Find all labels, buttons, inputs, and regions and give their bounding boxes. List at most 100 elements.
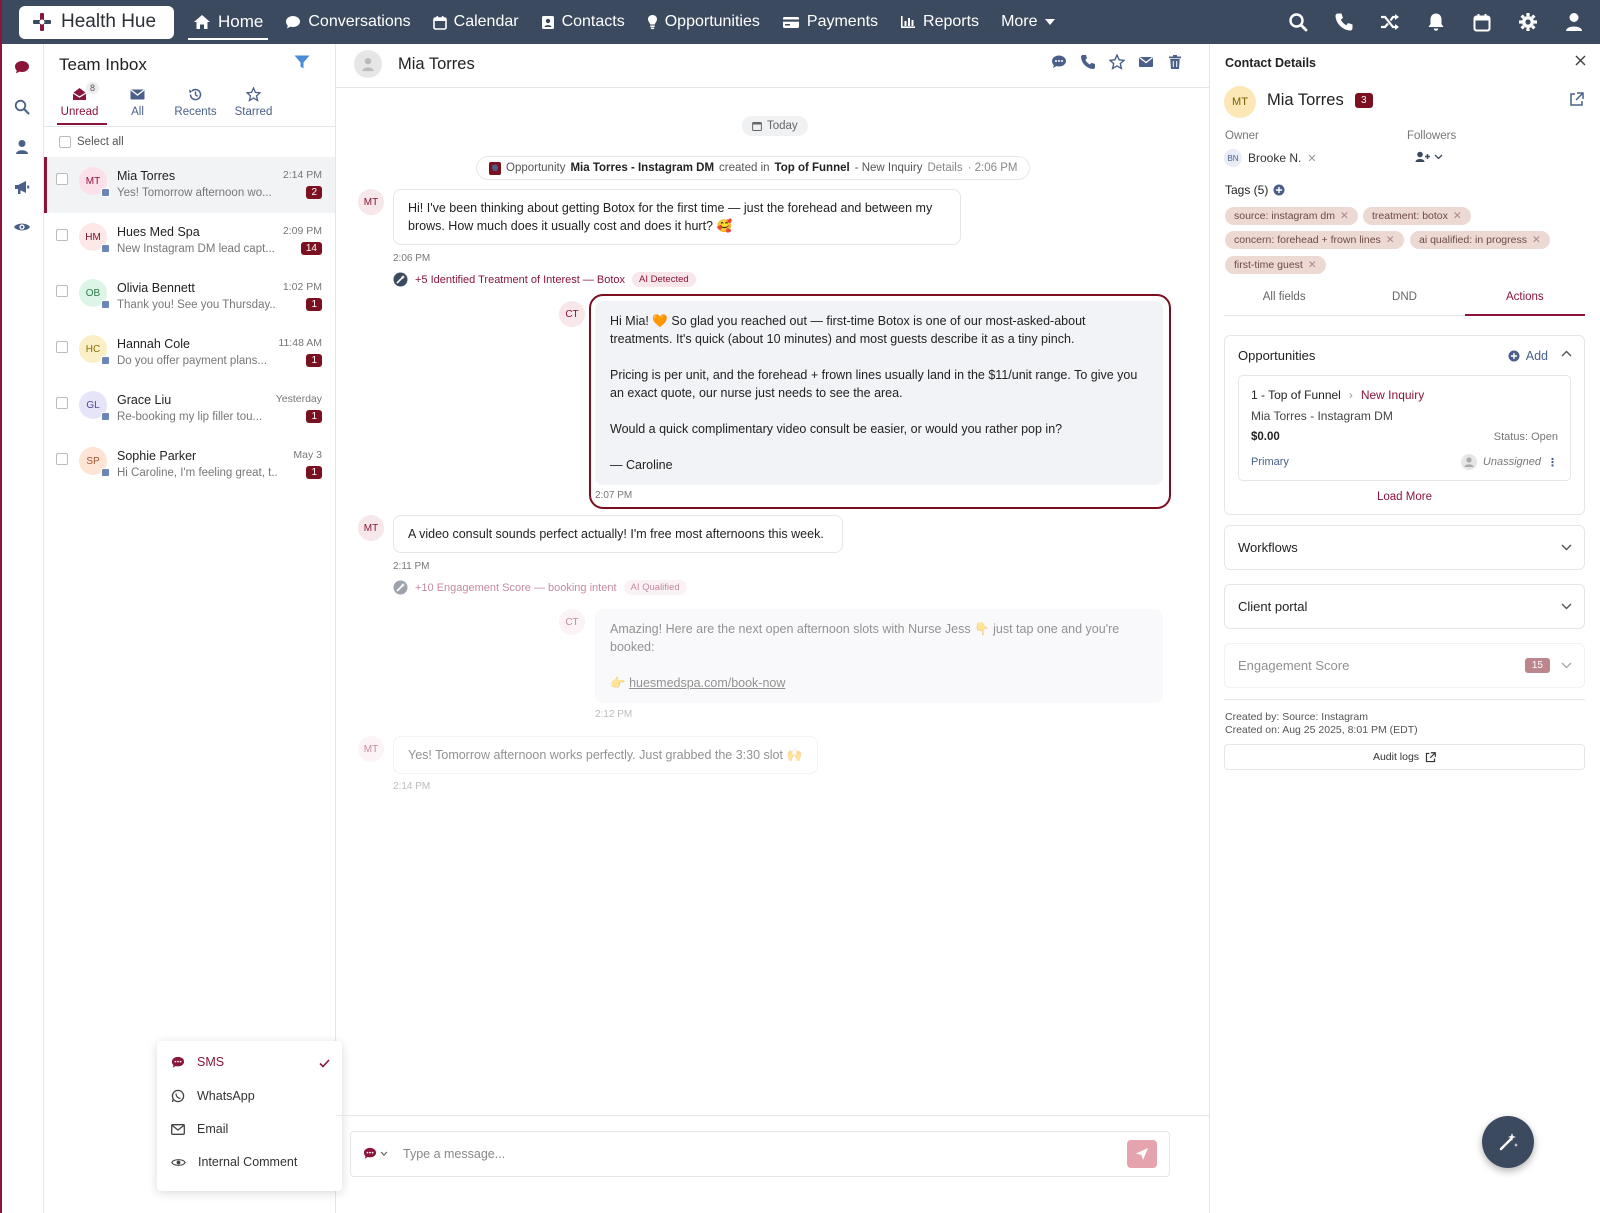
event-details-link[interactable]: Details bbox=[927, 162, 962, 174]
avatar-initials: OB bbox=[85, 287, 101, 299]
star-icon[interactable] bbox=[1109, 54, 1125, 70]
list-item[interactable]: MT Mia Torres Yes! Tomorrow afternoon wo..… bbox=[44, 157, 335, 213]
audit-logs-button[interactable]: Audit logs bbox=[1224, 744, 1585, 770]
list-item[interactable]: OB Olivia Bennett Thank you! See you Thurs… bbox=[44, 269, 335, 325]
row-checkbox[interactable] bbox=[56, 285, 68, 297]
list-item[interactable]: SP Sophie Parker Hi Caroline, I'm feeling … bbox=[44, 437, 335, 493]
send-button[interactable] bbox=[1127, 1140, 1157, 1168]
global-search-button[interactable] bbox=[1286, 10, 1310, 34]
app-logo[interactable]: Health Hue bbox=[19, 5, 174, 39]
conversation-snippet: New Instagram DM lead capt... bbox=[117, 243, 275, 255]
list-item[interactable]: GL Grace Liu Re-booking my lip filler tou.… bbox=[44, 381, 335, 437]
audit-logs-label: Audit logs bbox=[1372, 751, 1420, 763]
channel-option-sms[interactable]: SMS bbox=[171, 1055, 224, 1069]
select-all-row[interactable]: Select all bbox=[59, 136, 124, 148]
notifications-button[interactable] bbox=[1424, 10, 1448, 34]
calendar-shortcut-button[interactable] bbox=[1470, 10, 1494, 34]
owner-chip[interactable]: BN Brooke N. ✕ bbox=[1224, 149, 1317, 167]
channel-badge-icon bbox=[101, 468, 110, 477]
remove-tag-icon[interactable]: ✕ bbox=[1308, 259, 1317, 271]
opportunity-assignee[interactable]: Unassigned ⋮ bbox=[1460, 454, 1558, 470]
add-follower-button[interactable] bbox=[1415, 151, 1443, 163]
history-icon bbox=[189, 88, 202, 100]
nav-contacts[interactable]: Contacts bbox=[530, 0, 636, 44]
row-checkbox[interactable] bbox=[56, 397, 68, 409]
message-line: Pricing is per unit, and the forehead + … bbox=[610, 368, 1138, 382]
chevron-up-icon[interactable] bbox=[1561, 350, 1572, 357]
filter-button[interactable] bbox=[294, 55, 310, 69]
add-icon bbox=[1508, 350, 1520, 362]
nav-reports[interactable]: Reports bbox=[889, 0, 990, 44]
ai-assistant-button[interactable] bbox=[1482, 1116, 1534, 1168]
select-all-checkbox[interactable] bbox=[59, 136, 71, 148]
workflows-card[interactable]: Workflows bbox=[1224, 525, 1585, 570]
rail-search[interactable] bbox=[11, 96, 33, 118]
tab-recents[interactable]: Recents bbox=[168, 82, 223, 124]
remove-owner-icon[interactable]: ✕ bbox=[1307, 152, 1316, 165]
rail-watch[interactable] bbox=[11, 216, 33, 238]
add-tag-icon[interactable] bbox=[1273, 184, 1285, 196]
conversation-time: May 3 bbox=[293, 449, 322, 461]
add-opportunity-button[interactable]: Add bbox=[1508, 349, 1548, 363]
message-time: 2:11 PM bbox=[393, 561, 430, 572]
remove-tag-icon[interactable]: ✕ bbox=[1340, 210, 1349, 222]
nav-opportunities[interactable]: Opportunities bbox=[636, 0, 771, 44]
contact-avatar[interactable] bbox=[354, 50, 382, 78]
nav-payments[interactable]: Payments bbox=[771, 0, 889, 44]
tab-unread[interactable]: 8 Unread bbox=[52, 82, 107, 125]
nav-conversations[interactable]: Conversations bbox=[274, 0, 421, 44]
channel-selector-button[interactable] bbox=[363, 1147, 388, 1160]
date-separator: Today bbox=[742, 116, 808, 136]
tab-actions[interactable]: Actions bbox=[1464, 284, 1586, 316]
user-icon bbox=[362, 57, 374, 71]
channel-option-internal-comment[interactable]: Internal Comment bbox=[171, 1155, 297, 1169]
opportunity-item[interactable]: 1 - Top of Funnel › New Inquiry Mia Torr… bbox=[1238, 375, 1571, 481]
rail-contacts[interactable] bbox=[11, 136, 33, 158]
nav-more[interactable]: More bbox=[990, 0, 1065, 44]
tab-dnd[interactable]: DND bbox=[1344, 284, 1464, 315]
shuffle-button[interactable] bbox=[1378, 10, 1402, 34]
trash-icon[interactable] bbox=[1167, 54, 1183, 70]
more-options-icon[interactable]: ⋮ bbox=[1547, 456, 1558, 469]
phone-button[interactable] bbox=[1332, 10, 1356, 34]
event-opportunity-name[interactable]: Mia Torres - Instagram DM bbox=[570, 162, 714, 174]
list-item[interactable]: HM Hues Med Spa New Instagram DM lead capt… bbox=[44, 213, 335, 269]
nav-calendar[interactable]: Calendar bbox=[422, 0, 530, 44]
inbox-tabs: 8 Unread All Recents Starred bbox=[52, 82, 284, 125]
row-checkbox[interactable] bbox=[56, 173, 68, 185]
email-icon[interactable] bbox=[1138, 54, 1154, 70]
channel-option-email[interactable]: Email bbox=[171, 1122, 228, 1136]
rail-conversations[interactable] bbox=[11, 56, 33, 78]
sms-icon[interactable] bbox=[1051, 54, 1067, 70]
settings-button[interactable] bbox=[1516, 10, 1540, 34]
channel-option-whatsapp[interactable]: WhatsApp bbox=[171, 1089, 255, 1103]
external-link-icon[interactable] bbox=[1569, 92, 1584, 107]
tab-starred[interactable]: Starred bbox=[226, 82, 281, 124]
tab-all[interactable]: All bbox=[110, 82, 165, 124]
tab-all-fields[interactable]: All fields bbox=[1224, 284, 1344, 315]
magic-wand-icon bbox=[1499, 1133, 1518, 1151]
load-more-button[interactable]: Load More bbox=[1225, 491, 1584, 503]
profile-button[interactable] bbox=[1562, 10, 1586, 34]
rail-campaigns[interactable] bbox=[11, 176, 33, 198]
tag-chip: source: instagram dm ✕ bbox=[1225, 207, 1358, 225]
chevron-down-icon bbox=[1561, 603, 1572, 610]
nav-home[interactable]: Home bbox=[182, 0, 274, 44]
phone-icon[interactable] bbox=[1080, 54, 1096, 70]
opportunity-stage-row: 1 - Top of Funnel › New Inquiry bbox=[1251, 388, 1424, 402]
list-item[interactable]: HC Hannah Cole Do you offer payment plans.… bbox=[44, 325, 335, 381]
booking-link[interactable]: huesmedspa.com/book-now bbox=[629, 676, 785, 690]
row-checkbox[interactable] bbox=[56, 229, 68, 241]
client-portal-card[interactable]: Client portal bbox=[1224, 584, 1585, 629]
message-input[interactable]: Type a message... bbox=[403, 1147, 505, 1161]
conversation-time: 1:02 PM bbox=[282, 281, 322, 293]
message-line: — Caroline bbox=[610, 458, 673, 472]
row-checkbox[interactable] bbox=[56, 453, 68, 465]
row-checkbox[interactable] bbox=[56, 341, 68, 353]
remove-tag-icon[interactable]: ✕ bbox=[1532, 234, 1541, 246]
ai-wand-icon bbox=[393, 272, 408, 287]
engagement-score-card[interactable]: Engagement Score 15 bbox=[1224, 643, 1585, 688]
remove-tag-icon[interactable]: ✕ bbox=[1453, 210, 1462, 222]
remove-tag-icon[interactable]: ✕ bbox=[1386, 234, 1395, 246]
close-icon[interactable] bbox=[1575, 55, 1586, 66]
